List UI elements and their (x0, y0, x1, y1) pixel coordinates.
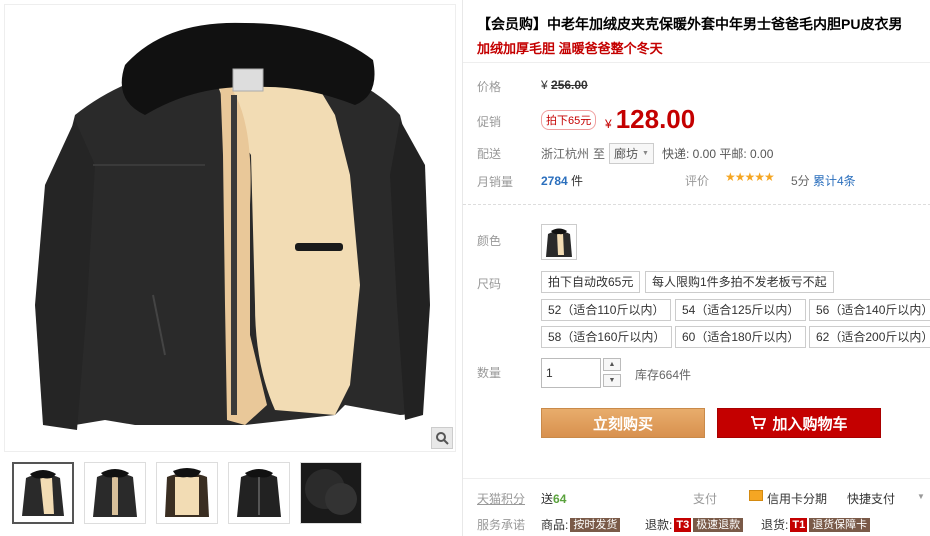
product-info-panel: 【会员购】中老年加绒皮夹克保暖外套中年男士爸爸毛内胆PU皮衣男 加绒加厚毛胆 温… (462, 0, 930, 536)
color-swatch-black[interactable] (541, 224, 577, 260)
thumbnail-4[interactable] (228, 462, 290, 524)
quantity-decrease-button[interactable]: ▼ (603, 374, 621, 387)
payment-label: 支付 (693, 492, 718, 506)
divider (463, 62, 930, 63)
service-goods-label: 商品: (541, 518, 569, 532)
quantity-input[interactable]: 1 (541, 358, 601, 388)
shipping-fees: 快递: 0.00 平邮: 0.00 (661, 147, 774, 161)
promo-price: ¥128.00 (605, 104, 695, 135)
size-option-54[interactable]: 54（适合125斤以内） (675, 299, 807, 321)
promo-badge: 拍下65元 (541, 110, 597, 130)
points-value: 送64 (541, 490, 566, 507)
size-option-58[interactable]: 58（适合160斤以内） (541, 326, 673, 348)
size-option-60[interactable]: 60（适合180斤以内） (675, 326, 807, 348)
shipping-row: 浙江杭州 至 廊坊 ▼ 快递: 0.00 平邮: 0.00 (541, 143, 773, 164)
service-label: 服务承诺 (477, 518, 526, 532)
review-count-link[interactable]: 累计4条 (813, 172, 856, 189)
cart-icon (751, 416, 767, 430)
product-subtitle: 加绒加厚毛胆 温暖爸爸整个冬天 (477, 41, 663, 56)
sales-unit: 件 (571, 174, 584, 188)
size-label: 尺码 (477, 277, 502, 291)
star-icon: ★★★★★ (725, 170, 775, 184)
destination-select[interactable]: 廊坊 ▼ (609, 143, 654, 164)
size-option-62[interactable]: 62（适合200斤以内） (809, 326, 930, 348)
service-return: 退货: T1 退货保障卡 (761, 516, 871, 533)
service-refund: 退款: T3 极速退款 (645, 516, 744, 533)
product-title: 【会员购】中老年加绒皮夹克保暖外套中年男士爸爸毛内胆PU皮衣男 (477, 16, 903, 32)
ship-from: 浙江杭州 (541, 147, 590, 161)
points-prefix: 送 (541, 492, 554, 506)
price-label: 价格 (477, 80, 502, 94)
buy-now-button[interactable]: 立刻购买 (541, 408, 705, 438)
chevron-down-icon[interactable]: ▼ (917, 492, 925, 501)
shipping-label: 配送 (477, 147, 502, 161)
size-note-2[interactable]: 每人限购1件多拍不发老板亏不起 (645, 271, 834, 293)
divider (463, 478, 930, 479)
main-product-image[interactable] (4, 4, 456, 452)
original-price-value: 256.00 (551, 78, 588, 92)
service-refund-tag[interactable]: 极速退款 (693, 517, 744, 532)
sales-count: 2784 (541, 174, 568, 188)
service-refund-badge: T3 (674, 517, 692, 532)
thumbnail-strip (12, 462, 362, 524)
quantity-label: 数量 (477, 366, 502, 380)
rating-label: 评价 (685, 174, 710, 188)
thumbnail-3[interactable] (156, 462, 218, 524)
add-to-cart-label: 加入购物车 (772, 415, 848, 433)
product-gallery (0, 0, 460, 536)
thumbnail-2[interactable] (84, 462, 146, 524)
thumbnail-5[interactable] (300, 462, 362, 524)
quantity-increase-button[interactable]: ▲ (603, 358, 621, 371)
service-return-label: 退货: (761, 518, 789, 532)
rating-score: 5分 (791, 174, 810, 188)
stock-count: 库存664件 (635, 368, 692, 382)
currency-symbol: ¥ (605, 117, 612, 131)
jacket-image (35, 22, 430, 430)
service-goods: 商品: 按时发货 (541, 516, 621, 533)
sales-label: 月销量 (477, 175, 514, 189)
ship-to-word: 至 (593, 147, 606, 161)
currency-symbol: ¥ (541, 78, 548, 92)
destination-value: 廊坊 (614, 147, 639, 161)
service-goods-tag[interactable]: 按时发货 (570, 517, 621, 532)
credit-installment-link[interactable]: 信用卡分期 (767, 490, 827, 507)
divider (463, 204, 930, 205)
size-option-52[interactable]: 52（适合110斤以内） (541, 299, 672, 321)
quick-pay-link[interactable]: 快捷支付 (847, 490, 895, 507)
size-option-56[interactable]: 56（适合140斤以内） (809, 299, 930, 321)
size-note-1[interactable]: 拍下自动改65元 (541, 271, 641, 293)
magnifier-icon[interactable] (431, 427, 453, 449)
service-return-tag[interactable]: 退货保障卡 (809, 517, 871, 532)
add-to-cart-button[interactable]: 加入购物车 (717, 408, 881, 438)
chevron-down-icon: ▼ (642, 150, 649, 157)
monthly-sales: 2784 件 (541, 172, 583, 189)
thumbnail-1[interactable] (12, 462, 74, 524)
color-label: 颜色 (477, 234, 502, 248)
tmall-points-link[interactable]: 天猫积分 (477, 490, 525, 507)
promo-label: 促销 (477, 115, 502, 129)
service-return-badge: T1 (790, 517, 808, 532)
service-refund-label: 退款: (645, 518, 673, 532)
original-price: ¥ 256.00 (541, 78, 588, 92)
credit-card-icon (749, 490, 763, 501)
promo-price-value: 128.00 (615, 104, 696, 134)
points-number: 64 (553, 492, 567, 506)
